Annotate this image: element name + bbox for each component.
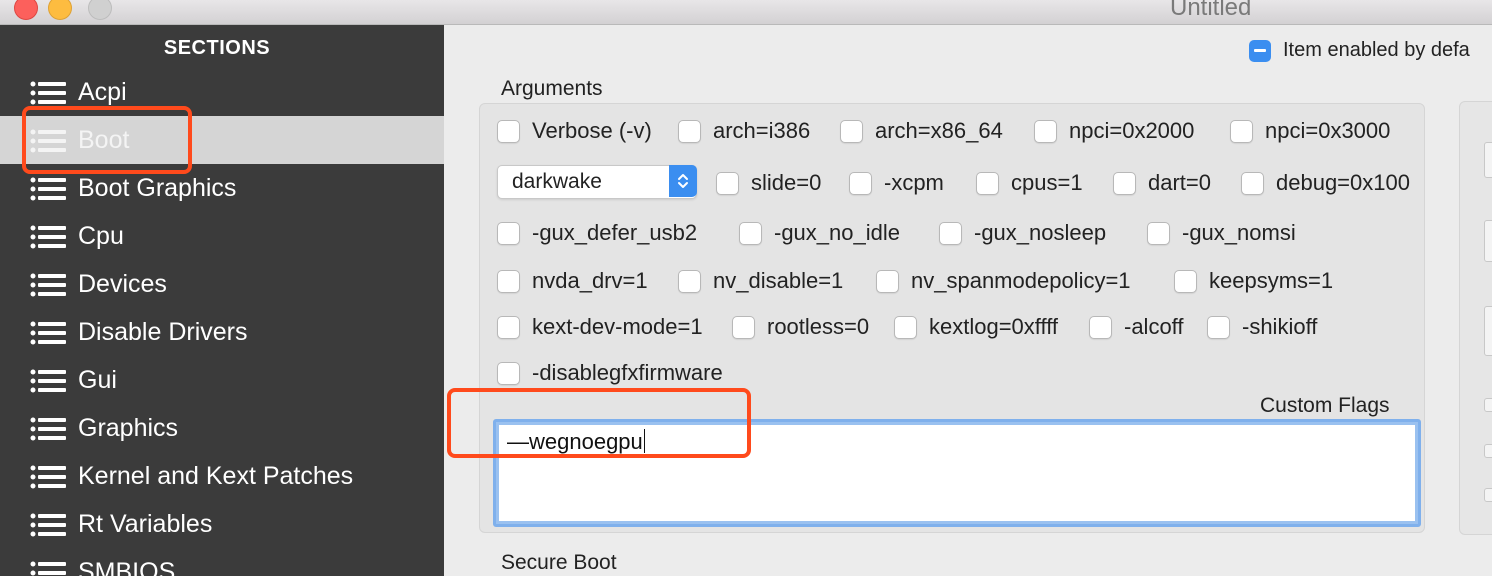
- checkbox-npci-3000[interactable]: npci=0x3000: [1230, 118, 1390, 144]
- boot-arg-dropdown[interactable]: darkwake: [497, 165, 697, 199]
- right-settings-panel: [1459, 101, 1492, 535]
- item-enabled-label: Item enabled by defa: [1283, 39, 1470, 61]
- zoom-window-button[interactable]: [88, 0, 112, 20]
- checkbox-gux-nosleep[interactable]: -gux_nosleep: [939, 220, 1106, 246]
- checkbox-nv-disable-1[interactable]: nv_disable=1: [678, 268, 843, 294]
- ghost-checkbox: [1484, 398, 1492, 412]
- checkbox-kext-dev-mode-1[interactable]: kext-dev-mode=1: [497, 314, 703, 340]
- checkbox-kextlog-0xffff[interactable]: kextlog=0xffff: [894, 314, 1058, 340]
- checkbox-arch-i386[interactable]: arch=i386: [678, 118, 810, 144]
- sidebar-item-rt-variables[interactable]: Rt Variables: [0, 500, 444, 548]
- sidebar-item-label: SMBIOS: [78, 558, 176, 576]
- list-icon: [30, 513, 66, 537]
- checkbox-alcoff[interactable]: -alcoff: [1089, 314, 1184, 340]
- sidebar-item-label: Kernel and Kext Patches: [78, 462, 354, 490]
- checkbox-xcpm[interactable]: -xcpm: [849, 170, 944, 196]
- ghost-field: [1484, 220, 1492, 262]
- sidebar-item-label: Gui: [78, 366, 117, 394]
- checkbox-keepsyms-1[interactable]: keepsyms=1: [1174, 268, 1333, 294]
- sidebar-item-disable-drivers[interactable]: Disable Drivers: [0, 308, 444, 356]
- checkbox-shikioff[interactable]: -shikioff: [1207, 314, 1317, 340]
- checkbox-gux-no-idle[interactable]: -gux_no_idle: [739, 220, 900, 246]
- sidebar-item-kernel-and-kext-patches[interactable]: Kernel and Kext Patches: [0, 452, 444, 500]
- checkbox-rootless-0[interactable]: rootless=0: [732, 314, 869, 340]
- list-icon: [30, 321, 66, 345]
- list-icon: [30, 273, 66, 297]
- window-title: Untitled: [1170, 0, 1252, 21]
- highlight-boot: [22, 106, 192, 174]
- highlight-custom-flags: [447, 388, 751, 458]
- checkbox-npci-2000[interactable]: npci=0x2000: [1034, 118, 1194, 144]
- ghost-checkbox: [1484, 488, 1492, 502]
- checkbox-dart-0[interactable]: dart=0: [1113, 170, 1211, 196]
- checkbox-arch-x86-64[interactable]: arch=x86_64: [840, 118, 1003, 144]
- list-icon: [30, 225, 66, 249]
- checkbox-verbose[interactable]: Verbose (-v): [497, 118, 652, 144]
- list-icon: [30, 81, 66, 105]
- sidebar-item-label: Acpi: [78, 78, 127, 106]
- sidebar-item-label: Disable Drivers: [78, 318, 248, 346]
- sidebar-item-label: Boot Graphics: [78, 174, 237, 202]
- minimize-window-button[interactable]: [48, 0, 72, 20]
- list-icon: [30, 177, 66, 201]
- checkbox-nv-spanmodepolicy-1[interactable]: nv_spanmodepolicy=1: [876, 268, 1131, 294]
- secure-boot-label: Secure Boot: [501, 551, 617, 574]
- sidebar-header: SECTIONS: [163, 37, 271, 59]
- ghost-field: [1484, 142, 1492, 178]
- checkbox-gux-nomsi[interactable]: -gux_nomsi: [1147, 220, 1296, 246]
- list-icon: [30, 369, 66, 393]
- sidebar-item-smbios[interactable]: SMBIOS: [0, 548, 444, 576]
- item-enabled-toggle[interactable]: Item enabled by defa: [1249, 39, 1470, 62]
- sidebar-item-gui[interactable]: Gui: [0, 356, 444, 404]
- checkbox-debug-0x100[interactable]: debug=0x100: [1241, 170, 1410, 196]
- checkbox-disablegfxfirmware[interactable]: -disablegfxfirmware: [497, 360, 723, 386]
- list-icon: [30, 417, 66, 441]
- sidebar-item-label: Devices: [78, 270, 167, 298]
- sidebar-item-label: Rt Variables: [78, 510, 213, 538]
- sidebar-item-label: Graphics: [78, 414, 179, 442]
- checkbox-nvda-drv-1[interactable]: nvda_drv=1: [497, 268, 648, 294]
- ghost-checkbox: [1484, 444, 1492, 458]
- minus-icon: [1249, 39, 1271, 62]
- title-bar: Untitled: [0, 0, 1492, 25]
- sidebar-item-devices[interactable]: Devices: [0, 260, 444, 308]
- close-window-button[interactable]: [14, 0, 38, 20]
- arguments-label: Arguments: [501, 77, 603, 100]
- main-panel: Item enabled by defa Arguments Verbose (…: [445, 25, 1492, 576]
- custom-flags-label: Custom Flags: [1260, 394, 1390, 417]
- dropdown-value: darkwake: [512, 170, 602, 193]
- sidebar-item-graphics[interactable]: Graphics: [0, 404, 444, 452]
- sidebar-item-cpu[interactable]: Cpu: [0, 212, 444, 260]
- sidebar-item-label: Cpu: [78, 222, 124, 250]
- checkbox-slide-0[interactable]: slide=0: [716, 170, 821, 196]
- checkbox-cpus-1[interactable]: cpus=1: [976, 170, 1083, 196]
- chevron-updown-icon: [669, 165, 697, 197]
- list-icon: [30, 465, 66, 489]
- ghost-field: [1484, 306, 1492, 356]
- checkbox-gux-defer-usb2[interactable]: -gux_defer_usb2: [497, 220, 697, 246]
- list-icon: [30, 561, 66, 576]
